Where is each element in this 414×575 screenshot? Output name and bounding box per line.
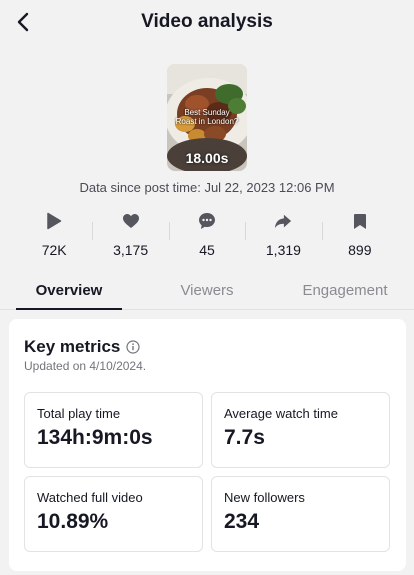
data-since-text: Data since post time: Jul 22, 2023 12:06…	[79, 180, 335, 195]
stat-value: 1,319	[265, 242, 301, 258]
info-icon[interactable]	[126, 340, 140, 354]
key-metrics-header: Key metrics	[24, 337, 140, 357]
metric-total-play-time: Total play time 134h:9m:0s	[24, 392, 203, 468]
key-metrics-title: Key metrics	[24, 337, 121, 356]
stat-value: 899	[348, 242, 372, 258]
page-title: Video analysis	[141, 11, 273, 32]
share-icon	[274, 212, 292, 230]
metric-new-followers: New followers 234	[211, 476, 390, 552]
play-icon	[45, 212, 63, 230]
stat-saves[interactable]: 899	[321, 210, 398, 262]
stat-value: 3,175	[113, 242, 149, 258]
metric-label: Watched full video	[37, 490, 143, 505]
stat-value: 72K	[41, 242, 67, 258]
stat-value: 45	[199, 242, 215, 258]
bookmark-icon	[351, 212, 369, 230]
comment-icon	[198, 212, 216, 230]
tab-engagement[interactable]: Engagement	[276, 276, 414, 309]
metric-watched-full-video: Watched full video 10.89%	[24, 476, 203, 552]
stat-views[interactable]: 72K	[16, 210, 92, 262]
heart-icon	[122, 212, 140, 230]
metric-value: 234	[224, 510, 260, 533]
video-caption-overlay: Best Sunday Roast in London?	[175, 108, 239, 126]
metric-label: Total play time	[37, 406, 121, 421]
metric-average-watch-time: Average watch time 7.7s	[211, 392, 390, 468]
video-duration: 18.00s	[185, 150, 229, 166]
metric-label: New followers	[224, 490, 305, 505]
tab-bar: Overview Viewers Engagement	[0, 276, 414, 310]
header: Video analysis	[0, 0, 414, 44]
stats-row: 72K 3,175 45 1,319 899	[16, 210, 398, 262]
video-thumbnail[interactable]: Best Sunday Roast in London? 18.00s	[167, 64, 247, 171]
metric-label: Average watch time	[224, 406, 338, 421]
stat-likes[interactable]: 3,175	[92, 210, 168, 262]
metric-value: 7.7s	[224, 426, 265, 449]
key-metrics-card: Key metrics Updated on 4/10/2024. Total …	[9, 319, 406, 571]
stat-comments[interactable]: 45	[168, 210, 245, 262]
metric-value: 134h:9m:0s	[37, 426, 153, 449]
tab-viewers[interactable]: Viewers	[138, 276, 276, 309]
metric-value: 10.89%	[37, 510, 109, 533]
stat-shares[interactable]: 1,319	[245, 210, 321, 262]
updated-date: Updated on 4/10/2024.	[24, 359, 147, 373]
tab-overview[interactable]: Overview	[0, 276, 138, 310]
